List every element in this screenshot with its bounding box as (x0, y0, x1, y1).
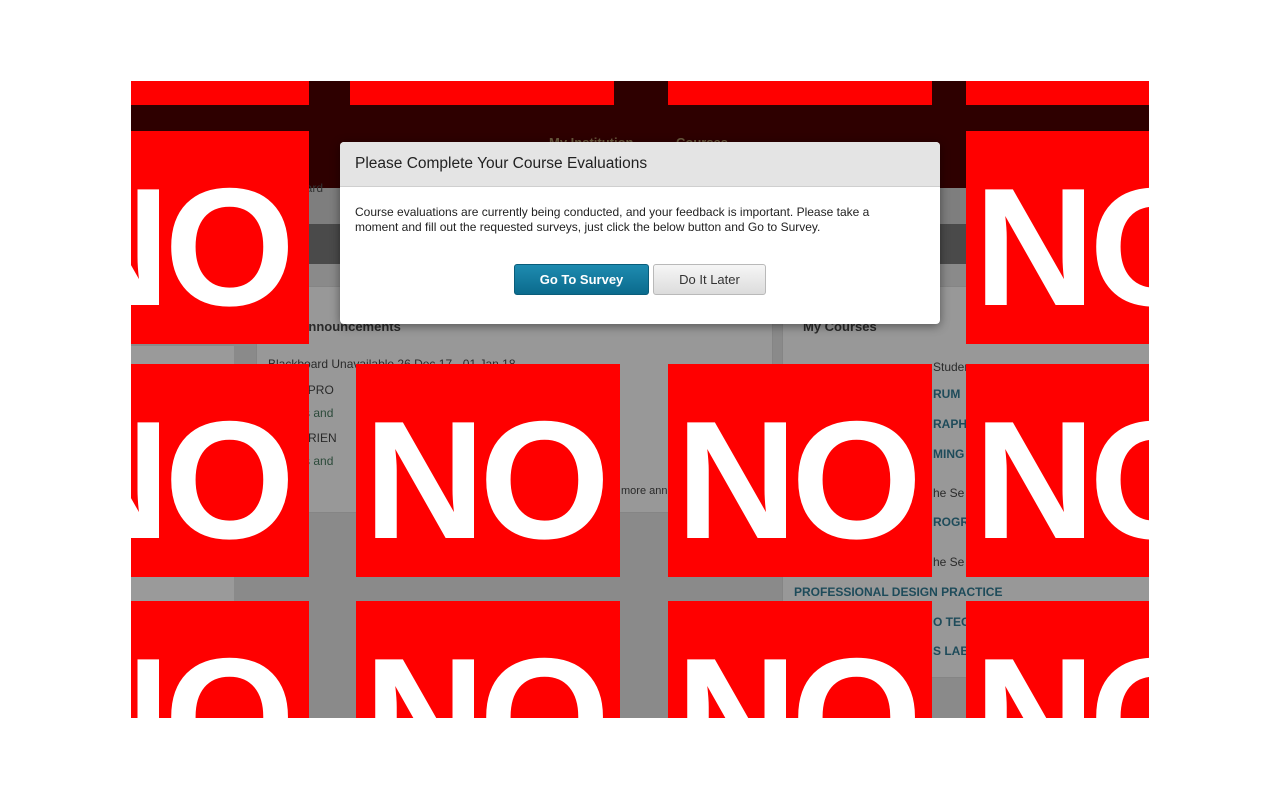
no-stamp-tile (668, 81, 932, 105)
no-stamp-tile (131, 81, 309, 105)
more-announcements-link[interactable]: more ann (621, 485, 667, 497)
no-stamp-text: NO (974, 386, 1149, 574)
go-to-survey-button[interactable]: Go To Survey (514, 264, 649, 295)
course-item[interactable]: PROFESSIONAL DESIGN PRACTICE (794, 585, 1002, 599)
no-stamp-text: NO (974, 153, 1149, 341)
modal-header: Please Complete Your Course Evaluations (340, 142, 940, 187)
no-stamp-tile: NO (668, 601, 932, 718)
course-item[interactable]: he Se (933, 486, 964, 500)
course-item[interactable]: MING (933, 447, 964, 461)
no-stamp-text: NO (676, 386, 922, 574)
modal-title: Please Complete Your Course Evaluations (355, 155, 648, 172)
course-item[interactable]: RUM (933, 387, 960, 401)
no-stamp-tile: NO (668, 364, 932, 577)
no-stamp-tile: NO (131, 131, 309, 344)
no-stamp-tile (350, 81, 614, 105)
no-stamp-text: NO (676, 623, 922, 718)
no-stamp-text: NO (131, 623, 295, 718)
no-stamp-text: NO (131, 153, 295, 341)
course-item[interactable]: ROGR (933, 515, 969, 529)
course-item[interactable]: he Se (933, 555, 964, 569)
no-stamp-tile: NO (356, 364, 620, 577)
course-item[interactable]: O TEC (933, 615, 970, 629)
course-evaluation-modal: Please Complete Your Course Evaluations … (340, 142, 940, 324)
course-item[interactable]: Studer (933, 360, 968, 374)
no-stamp-tile: NO (966, 131, 1149, 344)
modal-button-row: Go To Survey Do It Later (340, 264, 940, 295)
modal-message: Course evaluations are currently being c… (355, 205, 870, 234)
do-it-later-button[interactable]: Do It Later (653, 264, 766, 295)
course-item[interactable]: RAPH (933, 417, 967, 431)
no-stamp-text: NO (131, 386, 295, 574)
no-stamp-tile: NO (966, 364, 1149, 577)
no-stamp-tile: NO (131, 601, 309, 718)
no-stamp-text: NO (974, 623, 1149, 718)
no-stamp-tile: NO (356, 601, 620, 718)
no-stamp-tile: NO (131, 364, 309, 577)
no-stamp-tile (966, 81, 1149, 105)
course-item[interactable]: S LAB (933, 644, 969, 658)
no-stamp-text: NO (364, 623, 610, 718)
no-stamp-tile: NO (966, 601, 1149, 718)
no-stamp-text: NO (364, 386, 610, 574)
